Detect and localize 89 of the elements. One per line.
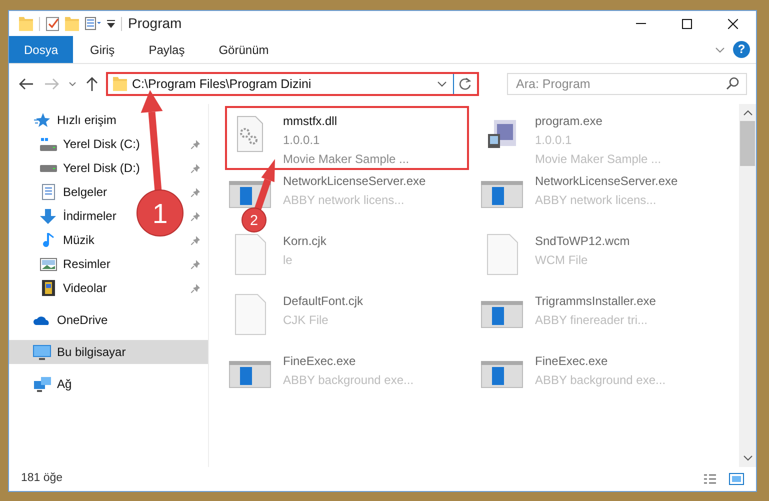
file-detail: WCM File <box>535 252 589 269</box>
scroll-down-icon[interactable] <box>742 454 752 462</box>
file-detail: ABBY network licens... <box>283 192 406 209</box>
blank-file-icon <box>486 234 518 274</box>
file-name[interactable]: NetworkLicenseServer.exe <box>283 172 426 191</box>
search-field[interactable]: Ara: Program <box>507 73 747 95</box>
folder-icon <box>113 77 127 91</box>
details-view-icon[interactable] <box>703 473 717 485</box>
file-name[interactable]: DefaultFont.cjk <box>283 292 364 311</box>
sidebar-item[interactable]: İndirmeler <box>63 207 116 225</box>
pin-icon[interactable] <box>191 188 200 196</box>
help-button[interactable]: ? <box>733 41 750 58</box>
dropdown-icon[interactable] <box>107 20 115 28</box>
file-name[interactable]: NetworkLicenseServer.exe <box>535 172 678 191</box>
document-icon <box>42 184 54 200</box>
blank-file-icon <box>234 294 266 334</box>
file-detail: le <box>283 252 294 269</box>
sidebar-item[interactable]: Bu bilgisayar <box>9 340 208 364</box>
file-name[interactable]: SndToWP12.wcm <box>535 232 630 251</box>
up-arrow-icon[interactable] <box>86 77 98 91</box>
scroll-up-icon[interactable] <box>742 109 752 117</box>
window-icon <box>481 300 523 328</box>
checklist-icon[interactable] <box>46 16 59 30</box>
window-icon <box>481 180 523 208</box>
ribbon-tab[interactable]: Dosya <box>9 36 74 63</box>
refresh-icon[interactable] <box>459 78 472 90</box>
search-icon[interactable] <box>726 77 739 90</box>
scrollbar[interactable] <box>739 104 756 467</box>
sidebar-item[interactable]: Videolar <box>63 279 107 297</box>
file-detail: 1.0.0.1 <box>535 132 573 149</box>
large-icons-view-icon[interactable] <box>729 473 744 485</box>
window-title: Program <box>128 14 182 33</box>
file-name: mmstfx.dll <box>283 113 338 130</box>
file-name[interactable]: Korn.cjk <box>283 232 326 251</box>
file-name[interactable]: FineExec.exe <box>535 352 666 371</box>
close-icon[interactable] <box>728 18 738 28</box>
window-icon <box>229 360 271 388</box>
sidebar-item[interactable]: Ağ <box>57 375 72 393</box>
network-icon <box>34 376 50 392</box>
maximize-icon[interactable] <box>682 18 692 28</box>
back-arrow-icon[interactable] <box>19 78 34 90</box>
file-name[interactable]: TrigrammsInstaller.exe <box>535 292 656 311</box>
address-path: C:\Program Files\Program Dizini <box>132 76 312 93</box>
blank-file-icon <box>234 234 266 274</box>
ribbon-tab[interactable]: Paylaş <box>132 36 202 63</box>
sidebar-item[interactable]: Resimler <box>63 255 110 273</box>
properties-icon[interactable] <box>85 17 101 30</box>
file-detail: ABBY network licens... <box>535 192 658 209</box>
recent-locations-icon[interactable] <box>69 82 76 86</box>
pin-icon[interactable] <box>191 164 200 172</box>
drive-icon <box>40 138 56 150</box>
chevron-down-icon[interactable] <box>715 46 725 52</box>
drive-icon <box>40 164 56 172</box>
sidebar-item[interactable]: Belgeler <box>63 183 108 201</box>
cloud-icon <box>33 315 51 325</box>
image-icon <box>40 258 56 270</box>
sidebar-item[interactable]: Yerel Disk (C:) <box>63 135 140 153</box>
file-name[interactable]: program.exe <box>535 112 662 131</box>
ribbon-tab[interactable]: Giriş <box>73 36 132 63</box>
computer-icon <box>33 344 51 360</box>
item-count: 181 öğe <box>21 471 63 486</box>
file-detail: ABBY background exe... <box>283 372 414 389</box>
pin-icon[interactable] <box>191 284 200 292</box>
pin-icon[interactable] <box>191 236 200 244</box>
window-icon <box>481 360 523 388</box>
music-note-icon <box>42 232 54 248</box>
pin-icon[interactable] <box>191 140 200 148</box>
application-icon <box>488 120 516 148</box>
file-detail: ABBY finereader tri... <box>535 312 648 329</box>
star-icon <box>34 112 50 128</box>
sidebar-item[interactable]: Yerel Disk (D:) <box>63 159 140 177</box>
gear-file-icon <box>237 116 263 152</box>
ribbon-tab[interactable]: Görünüm <box>202 36 286 63</box>
sidebar-item[interactable]: Müzik <box>63 231 94 249</box>
sidebar-item[interactable]: OneDrive <box>57 311 108 329</box>
pin-icon[interactable] <box>191 212 200 220</box>
film-icon <box>42 280 54 296</box>
pin-icon[interactable] <box>191 260 200 268</box>
scrollbar-thumb[interactable] <box>740 121 755 166</box>
file-detail: ABBY background exe... <box>535 372 666 389</box>
file-detail: Movie Maker Sample ... <box>535 151 662 168</box>
file-detail: Movie Maker Sample ... <box>283 151 410 168</box>
file-name[interactable]: FineExec.exe <box>283 352 414 371</box>
down-arrow-icon <box>40 208 56 224</box>
address-bar[interactable]: C:\Program Files\Program Dizini <box>106 72 479 96</box>
file-detail: CJK File <box>283 312 330 329</box>
chevron-down-icon[interactable] <box>437 81 447 87</box>
sidebar-item[interactable]: Hızlı erişim <box>57 111 116 129</box>
file-detail: 1.0.0.1 <box>283 132 321 149</box>
